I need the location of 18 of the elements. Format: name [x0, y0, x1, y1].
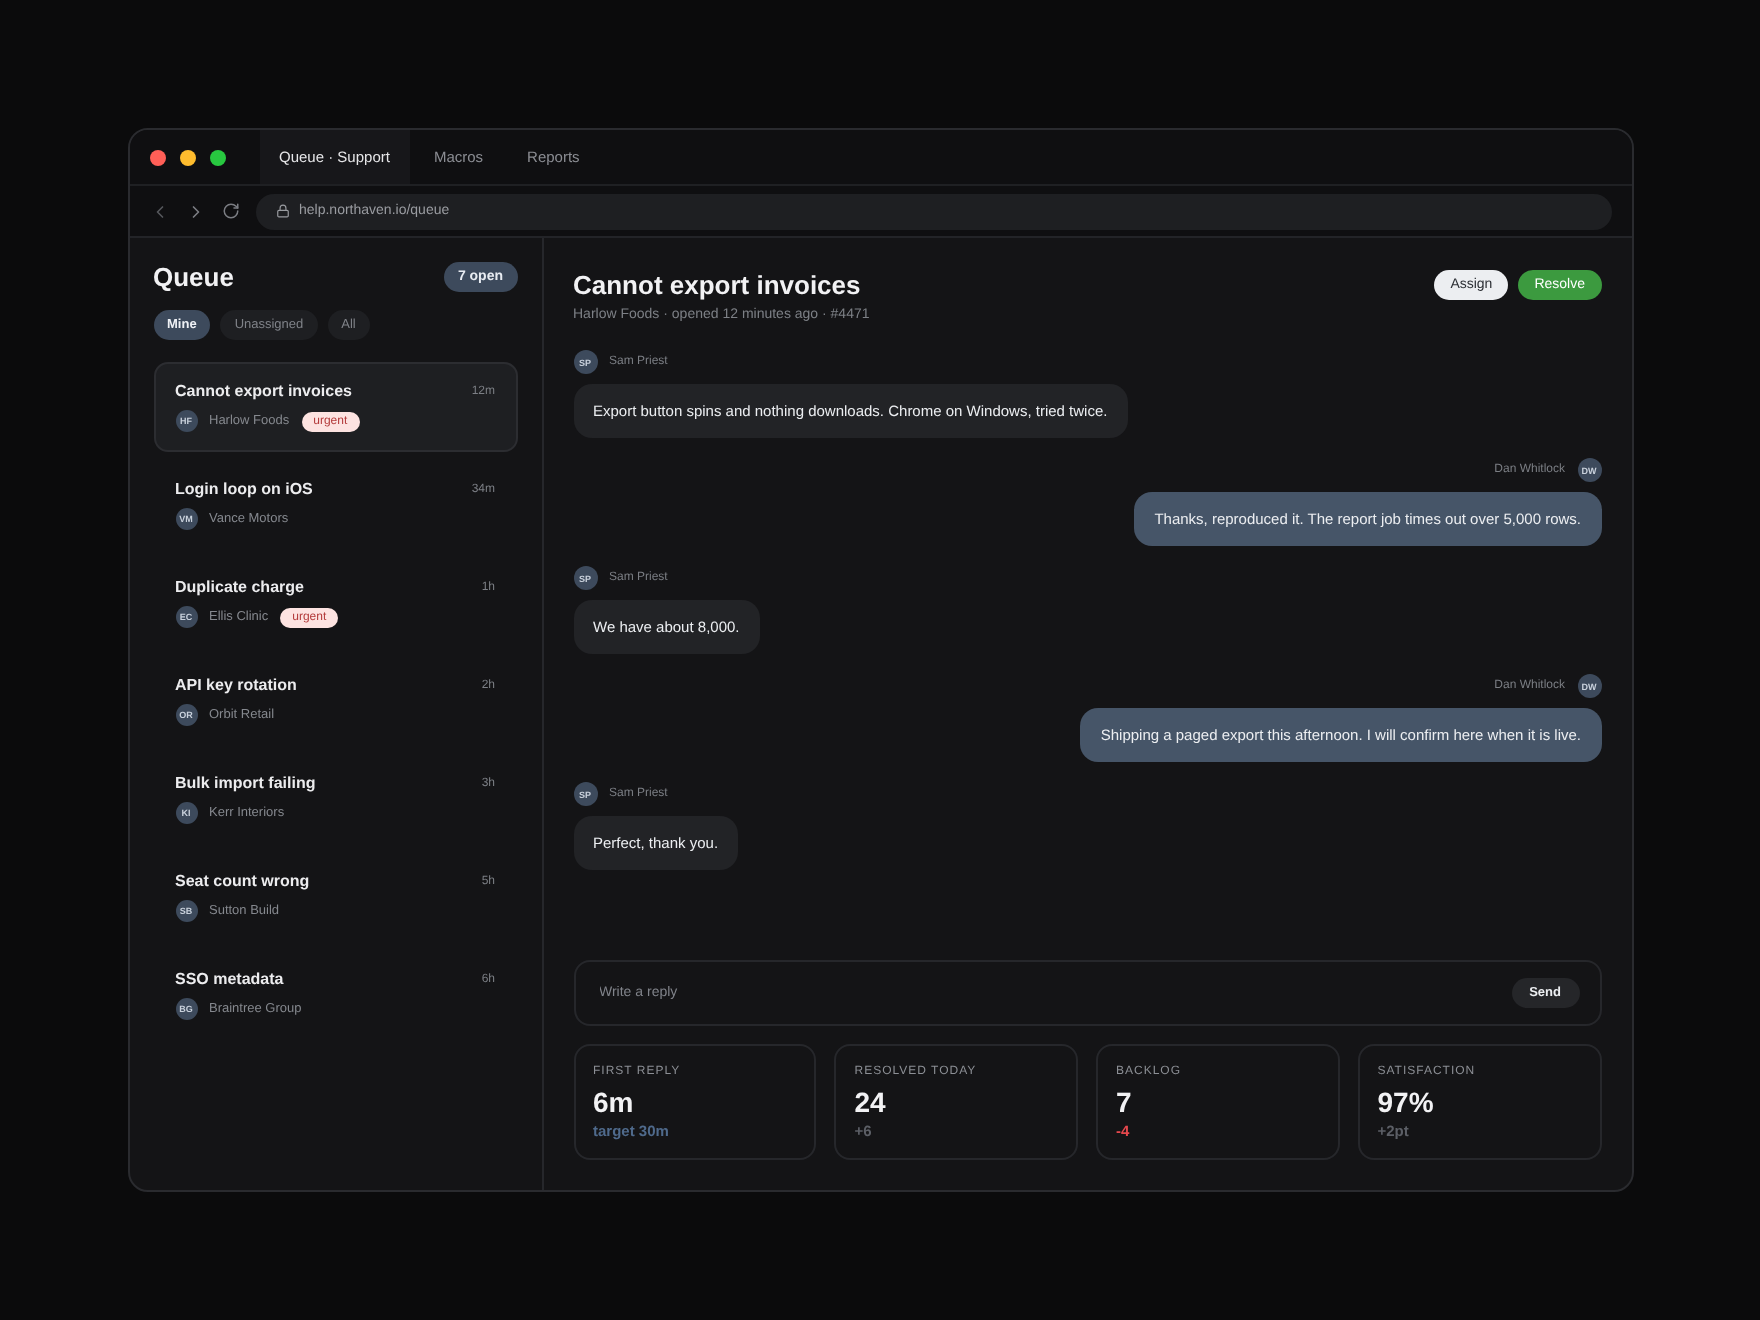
stat-value: 24 — [854, 1086, 886, 1118]
stat-value: 6m — [593, 1086, 634, 1118]
stat-value: 7 — [1116, 1086, 1132, 1118]
ticket-title: SSO metadata — [175, 970, 286, 988]
ticket-title: Bulk import failing — [175, 774, 318, 792]
ticket-title: Login loop on iOS — [175, 480, 315, 498]
ticket-title: Duplicate charge — [175, 578, 306, 596]
ticket-heading: Cannot export invoices — [573, 270, 863, 300]
close-icon[interactable] — [149, 149, 165, 165]
minimize-icon[interactable] — [179, 149, 195, 165]
ticket-title: Cannot export invoices — [175, 382, 354, 400]
sidebar-title: Queue — [153, 262, 236, 292]
lock-icon — [275, 204, 289, 218]
stat-value: 97% — [1377, 1086, 1434, 1118]
reload-icon[interactable] — [221, 202, 239, 220]
ticket-title: Seat count wrong — [175, 872, 312, 890]
maximize-icon[interactable] — [209, 149, 225, 165]
ticket-title: API key rotation — [175, 676, 299, 694]
